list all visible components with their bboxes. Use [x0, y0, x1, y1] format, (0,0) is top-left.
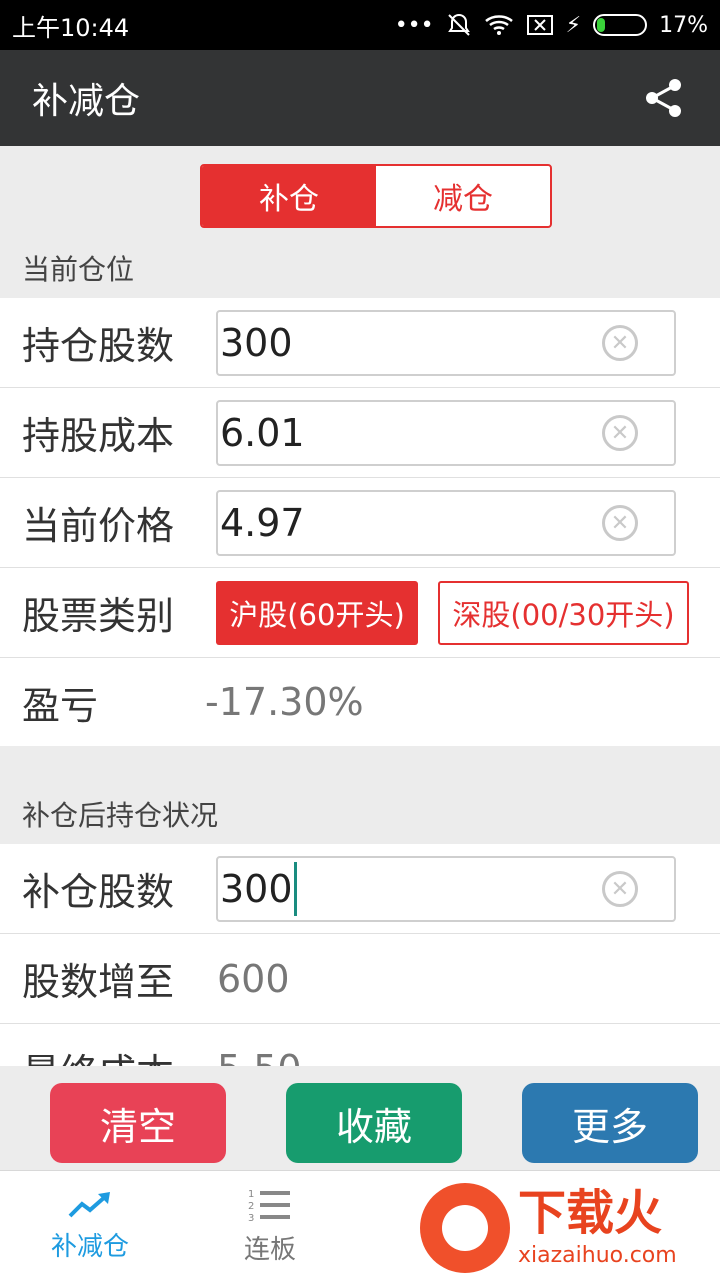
- tab-limit-up[interactable]: 123 连板: [180, 1171, 360, 1280]
- watermark-text: 下载火 xiazaihuo.com: [518, 1189, 677, 1268]
- svg-text:2: 2: [248, 1201, 254, 1212]
- charging-icon: ⚡: [565, 12, 582, 38]
- current-position-panel: 持仓股数 300 ✕ 持股成本 6.01 ✕ 当前价格 4.97 ✕ 股票类别 …: [0, 298, 720, 746]
- more-dots-icon: •••: [394, 12, 434, 38]
- watermark-cn: 下载火: [518, 1184, 663, 1241]
- share-icon[interactable]: [640, 74, 688, 122]
- tab-add-position[interactable]: 补仓: [202, 166, 376, 226]
- status-bar: 上午10:44 ••• ⚡ 17%: [0, 0, 720, 50]
- shares-label: 持仓股数: [22, 324, 175, 368]
- watermark: 下载火 xiazaihuo.com: [420, 1178, 720, 1278]
- pnl-value: -17.30%: [205, 680, 364, 724]
- clear-icon[interactable]: ✕: [602, 871, 638, 907]
- svg-text:1: 1: [248, 1189, 254, 1200]
- category-label: 股票类别: [22, 594, 175, 638]
- shanghai-stock-button[interactable]: 沪股(60开头): [216, 581, 418, 645]
- cost-input[interactable]: 6.01 ✕: [216, 400, 676, 466]
- text-caret: [293, 862, 297, 916]
- total-shares-value: 600: [217, 956, 290, 1001]
- add-shares-input[interactable]: 300 ✕: [216, 856, 676, 922]
- cost-value: 6.01: [220, 411, 305, 455]
- section-title-after: 补仓后持仓状况: [22, 799, 219, 832]
- row-category: 股票类别 沪股(60开头) 深股(00/30开头): [0, 568, 720, 658]
- after-position-panel: 补仓股数 300 ✕ 股数增至 600 最终成本 5.50: [0, 844, 720, 1066]
- status-icons: ••• ⚡ 17%: [395, 12, 708, 38]
- battery-icon: [593, 14, 648, 36]
- section-title-current: 当前仓位: [22, 253, 135, 286]
- numbered-list-icon: 123: [248, 1189, 290, 1223]
- watermark-en: xiazaihuo.com: [518, 1242, 677, 1268]
- row-final-cost: 最终成本 5.50: [0, 1024, 720, 1066]
- tab-add-reduce[interactable]: 补减仓: [0, 1171, 180, 1280]
- row-cost: 持股成本 6.01 ✕: [0, 388, 720, 478]
- watermark-logo: [420, 1183, 510, 1273]
- final-cost-value: 5.50: [217, 1047, 302, 1066]
- row-pnl: 盈亏 -17.30%: [0, 658, 720, 746]
- row-price: 当前价格 4.97 ✕: [0, 478, 720, 568]
- more-button[interactable]: 更多: [522, 1083, 698, 1163]
- price-input[interactable]: 4.97 ✕: [216, 490, 676, 556]
- clear-icon[interactable]: ✕: [602, 415, 638, 451]
- tab-reduce-position[interactable]: 减仓: [376, 166, 550, 226]
- action-bar: 清空 收藏 更多: [0, 1066, 720, 1170]
- row-shares: 持仓股数 300 ✕: [0, 298, 720, 388]
- status-time: 上午10:44: [12, 13, 130, 42]
- bell-muted-icon: [447, 13, 470, 36]
- final-cost-label: 最终成本: [0, 1042, 205, 1067]
- mode-segment: 补仓 减仓: [200, 164, 552, 228]
- sim-off-icon: [526, 15, 553, 35]
- shares-value: 300: [220, 321, 293, 365]
- price-value: 4.97: [220, 501, 305, 545]
- trend-up-icon: [68, 1191, 110, 1217]
- tab-label: 连板: [243, 1234, 296, 1265]
- add-shares-value: 300: [220, 867, 293, 911]
- tab-label: 补减仓: [50, 1231, 129, 1262]
- clear-icon[interactable]: ✕: [602, 505, 638, 541]
- shenzhen-stock-button[interactable]: 深股(00/30开头): [438, 581, 689, 645]
- row-add-shares: 补仓股数 300 ✕: [0, 844, 720, 934]
- total-shares-label: 股数增至: [22, 960, 175, 1004]
- price-label: 当前价格: [22, 504, 175, 548]
- favorite-button[interactable]: 收藏: [286, 1083, 462, 1163]
- clear-icon[interactable]: ✕: [602, 325, 638, 361]
- wifi-icon: [484, 15, 513, 35]
- battery-fill: [597, 18, 605, 32]
- row-total-shares: 股数增至 600: [0, 934, 720, 1024]
- pnl-label: 盈亏: [22, 683, 99, 728]
- cost-label: 持股成本: [22, 414, 175, 458]
- app-bar: 补减仓: [0, 50, 720, 146]
- page-title: 补减仓: [32, 81, 141, 122]
- shares-input[interactable]: 300 ✕: [216, 310, 676, 376]
- svg-text:3: 3: [248, 1213, 254, 1223]
- add-shares-label: 补仓股数: [22, 870, 175, 914]
- clear-button[interactable]: 清空: [50, 1083, 226, 1163]
- battery-percent: 17%: [659, 12, 708, 38]
